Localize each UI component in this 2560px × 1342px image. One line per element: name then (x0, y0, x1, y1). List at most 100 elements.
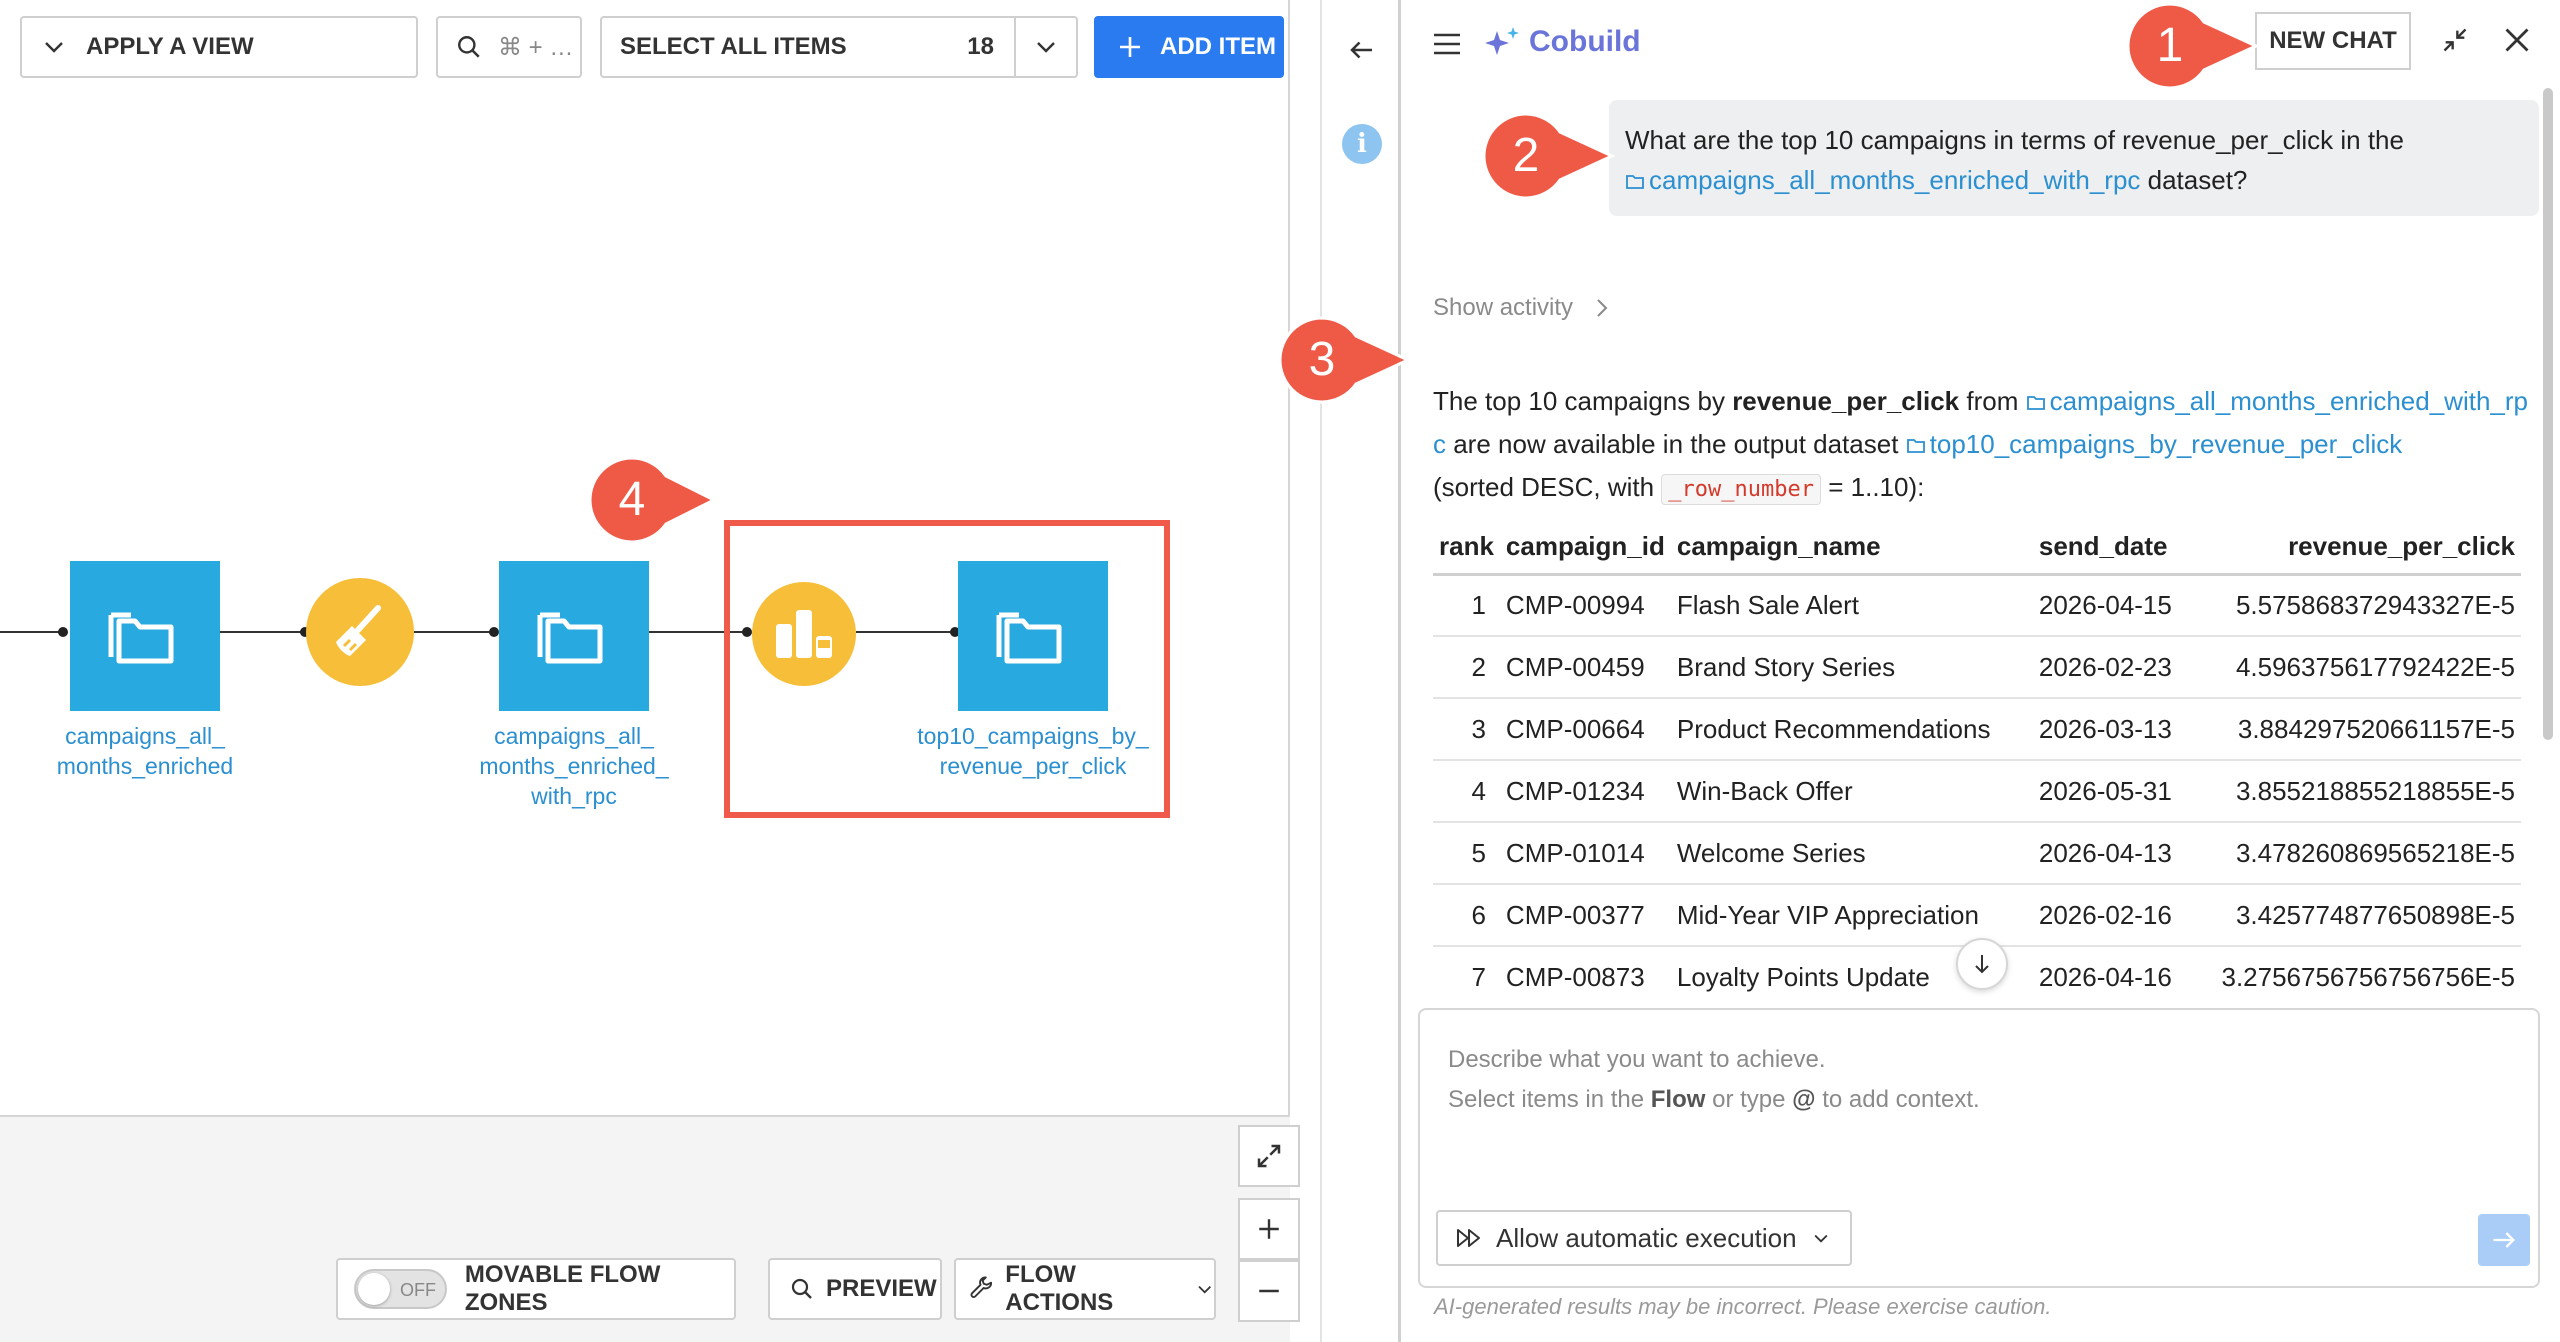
callout-marker-2: 2 (1480, 110, 1616, 202)
dataset-node-campaigns-with-rpc[interactable] (499, 561, 649, 711)
table-cell-campaign-id: CMP-00459 (1499, 636, 1671, 699)
movable-flow-zones-toggle[interactable]: OFF (354, 1269, 447, 1309)
table-cell-campaign-id: CMP-00664 (1499, 698, 1671, 761)
add-item-label: ADD ITEM (1160, 33, 1276, 60)
callout-marker-3: 3 (1276, 314, 1412, 406)
assistant-answer: The top 10 campaigns by revenue_per_clic… (1433, 380, 2533, 511)
arrow-right-icon (2493, 1232, 2515, 1248)
edge-port (58, 627, 68, 637)
edge-port (489, 627, 499, 637)
arrow-down-icon (1975, 955, 1989, 974)
info-icon[interactable]: i (1342, 124, 1382, 164)
callout-marker-1: 1 (2124, 0, 2260, 92)
chevron-down-icon (1814, 1234, 1828, 1243)
table-cell-campaign-name: Welcome Series (1670, 822, 2033, 885)
fit-to-screen-button[interactable] (1238, 1125, 1300, 1187)
movable-flow-zones-control: OFF MOVABLE FLOW ZONES (336, 1258, 736, 1320)
output-dataset-link-text: top10_campaigns_by_revenue_per_click (1929, 429, 2403, 459)
add-item-button[interactable]: ADD ITEM (1094, 16, 1284, 78)
table-cell-campaign-id: CMP-01014 (1499, 822, 1671, 885)
table-body: 1 CMP-00994 Flash Sale Alert 2026-04-15 5.57… (1433, 574, 2521, 994)
select-all-menu-button[interactable] (1014, 18, 1076, 76)
prepare-recipe-node[interactable] (306, 578, 414, 686)
table-cell-send-date: 2026-04-16 (2032, 946, 2203, 994)
dataset-label[interactable]: campaigns_all_ months_enriched_ with_rpc (454, 721, 694, 811)
user-message-text: What are the top 10 campaigns in terms o… (1625, 125, 2404, 155)
chat-composer[interactable]: Describe what you want to achieve. Selec… (1418, 1008, 2540, 1288)
table-cell-campaign-id: CMP-00377 (1499, 884, 1671, 947)
chevron-down-icon (45, 42, 63, 53)
table-cell-revenue-per-click: 3.855218855218855E-5 (2202, 760, 2521, 823)
brand: Cobuild (1483, 20, 1641, 64)
callout-number: 3 (1308, 333, 1336, 386)
search-icon (458, 36, 480, 58)
scroll-to-bottom-button[interactable] (1956, 938, 2008, 990)
callout-number: 2 (1512, 129, 1540, 182)
table-cell-campaign-name: Product Recommendations (1670, 698, 2033, 761)
items-count: 18 (967, 33, 994, 60)
table-cell-campaign-id: CMP-01234 (1499, 760, 1671, 823)
table-cell-campaign-name: Win-Back Offer (1670, 760, 2033, 823)
flow-search-input[interactable]: ⌘ + … (436, 16, 582, 78)
flow-edge (216, 631, 306, 633)
apply-view-dropdown[interactable]: APPLY A VIEW (20, 16, 418, 78)
user-message-text-end: dataset? (2147, 165, 2248, 195)
placeholder-line: Describe what you want to achieve. (1448, 1046, 1826, 1073)
close-button[interactable] (2495, 18, 2539, 62)
fast-forward-icon (1457, 1229, 1480, 1247)
placeholder-text: Select items in the (1448, 1086, 1651, 1113)
table-cell-rank: 1 (1433, 574, 1500, 637)
flow-actions-button[interactable]: FLOW ACTIONS (954, 1258, 1216, 1320)
results-table-container[interactable]: rank campaign_id campaign_name send_date… (1433, 520, 2521, 994)
broom-icon (336, 605, 381, 656)
chevron-right-icon (1597, 299, 1608, 317)
folder-icon (2026, 396, 2045, 410)
preview-label: PREVIEW (826, 1275, 937, 1302)
table-cell-campaign-id: CMP-00994 (1499, 574, 1671, 637)
table-row: 2 CMP-00459 Brand Story Series 2026-02-23 4.… (1433, 636, 2521, 699)
table-cell-send-date: 2026-03-13 (2032, 698, 2203, 761)
zoom-in-button[interactable] (1238, 1198, 1300, 1260)
show-activity-toggle[interactable]: Show activity (1433, 294, 1611, 322)
flow-canvas[interactable]: APPLY A VIEW ⌘ + … SELECT ALL ITEMS 18 A… (0, 0, 1300, 1342)
folder-icon (1626, 175, 1644, 189)
hamburger-icon (1434, 33, 1460, 55)
table-cell-revenue-per-click: 3.2756756756756756E-5 (2202, 946, 2521, 994)
placeholder-bold: @ (1792, 1086, 1816, 1113)
send-button[interactable] (2478, 1214, 2530, 1266)
flow-actions-label: FLOW ACTIONS (1005, 1261, 1114, 1316)
table-cell-campaign-name: Brand Story Series (1670, 636, 2033, 699)
table-cell-send-date: 2026-05-31 (2032, 760, 2203, 823)
zoom-out-button[interactable] (1238, 1260, 1300, 1322)
new-chat-button[interactable]: NEW CHAT (2255, 12, 2411, 70)
menu-button[interactable] (1427, 24, 1467, 64)
arrow-left-icon (1350, 41, 1372, 59)
table-cell-send-date: 2026-04-15 (2032, 574, 2203, 637)
toggle-state: OFF (400, 1280, 436, 1300)
column-header: send_date (2032, 520, 2203, 576)
callout-marker-4: 4 (588, 456, 718, 544)
folder-icon (537, 612, 603, 664)
answer-text: (sorted DESC, with (1433, 472, 1662, 502)
back-button[interactable] (1342, 30, 1382, 70)
column-header: rank (1433, 520, 1500, 576)
folder-icon (108, 612, 174, 664)
preview-button[interactable]: PREVIEW (768, 1258, 942, 1320)
table-cell-campaign-name: Flash Sale Alert (1670, 574, 2033, 637)
table-row: 3 CMP-00664 Product Recommendations 2026-03… (1433, 698, 2521, 761)
brand-name: Cobuild (1529, 25, 1641, 58)
collapse-button[interactable] (2433, 18, 2477, 62)
dataset-node-campaigns-all-months-enriched[interactable] (70, 561, 220, 711)
automatic-execution-dropdown[interactable]: Allow automatic execution (1436, 1210, 1852, 1266)
table-cell-revenue-per-click: 3.884297520661157E-5 (2202, 698, 2521, 761)
flow-edge (414, 631, 494, 633)
chat-scrollbar[interactable] (2543, 88, 2553, 740)
dataset-link[interactable]: campaigns_all_months_enriched_with_rpc (1625, 165, 2140, 195)
dataset-label[interactable]: campaigns_all_ months_enriched (25, 721, 265, 781)
select-all-items-button[interactable]: SELECT ALL ITEMS 18 (600, 16, 1078, 78)
plus-icon (1259, 1219, 1279, 1239)
table-row: 5 CMP-01014 Welcome Series 2026-04-13 3.4782… (1433, 822, 2521, 885)
inline-code: _row_number (1661, 474, 1821, 505)
automatic-execution-label: Allow automatic execution (1496, 1222, 1797, 1253)
output-dataset-link[interactable]: top10_campaigns_by_revenue_per_click (1906, 429, 2403, 459)
